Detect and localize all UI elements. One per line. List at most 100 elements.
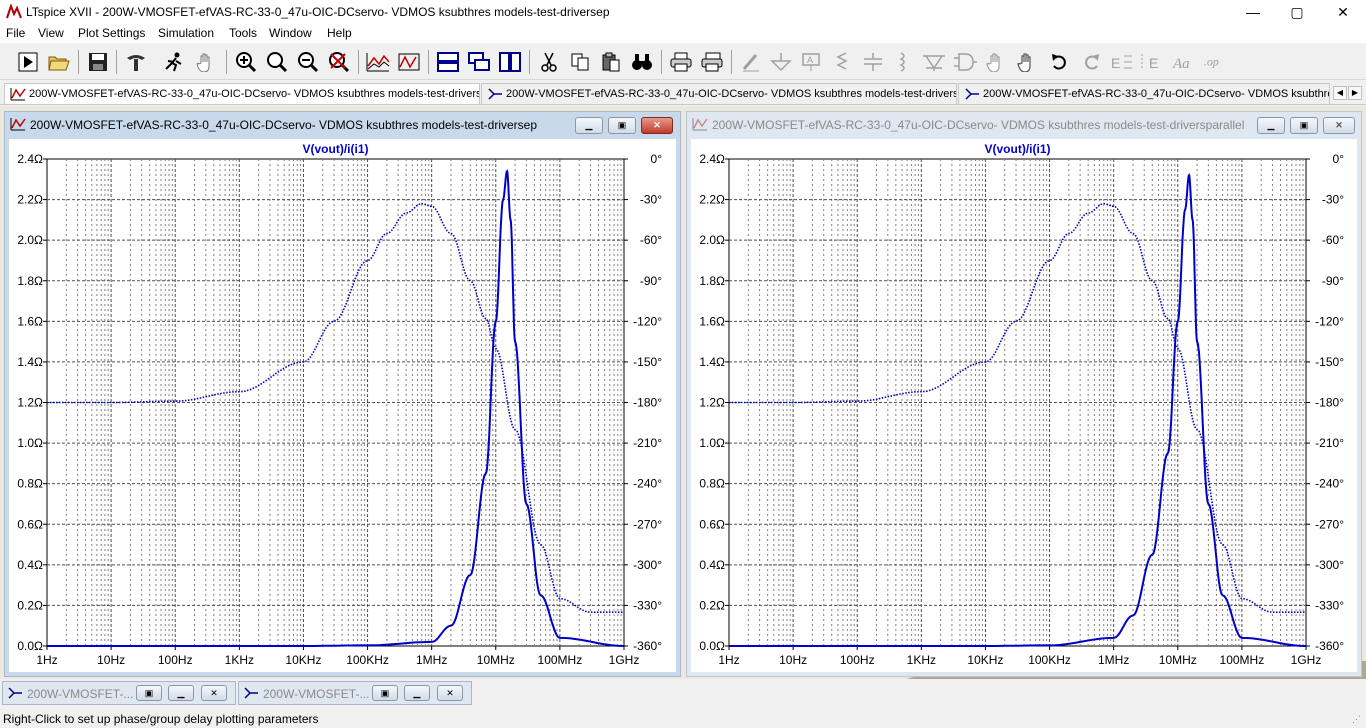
pan-button[interactable] [194, 50, 218, 74]
rotate-button[interactable]: E [1110, 50, 1134, 74]
x-tick-label: 1Hz [718, 653, 739, 667]
trace-title[interactable]: V(vout)/i(i1) [303, 142, 369, 156]
close-window-button[interactable]: ✕ [1320, 0, 1366, 24]
plot-restore-button[interactable]: ▣ [1290, 117, 1318, 134]
maximize-window-button[interactable]: ▢ [1274, 0, 1320, 24]
component-button[interactable] [953, 50, 977, 74]
bode-plot-driversep[interactable]: 1Hz 10Hz 100Hz 1KHz 10KHz 100KHz 1MHz 10MHz 100M… [9, 139, 678, 674]
plot-close-button[interactable]: ✕ [1323, 117, 1355, 134]
minimized-window-1[interactable]: 200W-VMOSFET-... ▣ ▁ ✕ [2, 681, 236, 705]
tab-scroll-right-button[interactable]: ▶ [1348, 86, 1362, 100]
print-setup-icon [701, 52, 723, 72]
maximize-button[interactable]: ▁ [404, 685, 430, 701]
schematic-icon [965, 88, 979, 100]
y-tick-label: 2.2Ω [17, 193, 43, 207]
text-button[interactable]: Aa [1172, 50, 1196, 74]
plot-close-button[interactable]: ✕ [641, 117, 673, 134]
diode-button[interactable] [922, 50, 946, 74]
close-icon: ✕ [1337, 3, 1349, 20]
y2-tick-label: -30° [640, 193, 662, 207]
control-panel-button[interactable] [124, 50, 148, 74]
print-setup-button[interactable] [700, 50, 724, 74]
maximize-button[interactable]: ▁ [168, 685, 194, 701]
ground-button[interactable] [769, 50, 793, 74]
restore-up-button[interactable]: ▣ [372, 685, 398, 701]
plot-window-titlebar[interactable]: 200W-VMOSFET-efVAS-RC-33-0_47u-OIC-DCser… [5, 112, 680, 138]
run-button[interactable] [16, 50, 40, 74]
x-tick-label: 1GHz [609, 653, 640, 667]
y2-tick-label: 0° [1333, 152, 1345, 166]
plot-pane[interactable]: 1Hz 10Hz 100Hz 1KHz 10KHz 100KHz 1MHz 10MHz 100M… [9, 139, 676, 672]
plot-window-driversep[interactable]: 200W-VMOSFET-efVAS-RC-33-0_47u-OIC-DCser… [4, 111, 681, 677]
autorange-button[interactable] [366, 50, 390, 74]
menu-simulation[interactable]: Simulation [158, 26, 214, 40]
toolbar-separator [661, 50, 662, 74]
y-tick-label: 0.4Ω [699, 558, 725, 572]
maximize-icon: ▢ [1290, 3, 1304, 20]
tab-schematic-driversep[interactable]: 200W-VMOSFET-efVAS-RC-33-0_47u-OIC-DCser… [481, 83, 957, 104]
plot-minimize-button[interactable]: ▁ [1257, 117, 1285, 134]
copy-button[interactable] [568, 50, 592, 74]
zoom-area-button[interactable] [265, 50, 289, 74]
label-net-button[interactable]: A [800, 50, 824, 74]
menu-plot-settings[interactable]: Plot Settings [78, 26, 145, 40]
waveform-button[interactable] [397, 50, 421, 74]
draw-wire-button[interactable] [739, 50, 763, 74]
inductor-button[interactable] [891, 50, 915, 74]
draw-wire-icon [742, 54, 759, 72]
minimized-window-2[interactable]: 200W-VMOSFET-... ▣ ▁ ✕ [238, 681, 472, 705]
tile-vertical-button[interactable] [498, 50, 522, 74]
spice-directive-icon: .op [1204, 55, 1219, 69]
menu-view[interactable]: View [38, 26, 64, 40]
menu-tools[interactable]: Tools [229, 26, 257, 40]
mirror-button[interactable]: E [1140, 50, 1164, 74]
capacitor-button[interactable] [861, 50, 885, 74]
y2-tick-label: -300° [1315, 558, 1344, 572]
plot-window-driversparallel[interactable]: 200W-VMOSFET-efVAS-RC-33-0_47u-OIC-DCser… [686, 111, 1362, 677]
redo-button[interactable] [1079, 50, 1103, 74]
close-icon: ✕ [1335, 120, 1343, 130]
mdi-workspace: 200W-VMOSFET-efVAS-RC-33-0_47u-OIC-DCser… [0, 106, 1366, 679]
restore-up-button[interactable]: ▣ [136, 685, 162, 701]
cascade-icon [468, 52, 490, 71]
bode-plot-driversparallel[interactable]: 1Hz 10Hz 100Hz 1KHz 10KHz 100KHz 1MHz 10MHz 100M… [691, 139, 1359, 674]
paste-button[interactable] [599, 50, 623, 74]
resize-grip-icon[interactable]: ⋰ [1352, 714, 1364, 726]
move-button[interactable] [985, 50, 1009, 74]
plot-minimize-button[interactable]: ▁ [575, 117, 603, 134]
halt-button[interactable] [162, 50, 186, 74]
undo-button[interactable] [1048, 50, 1072, 74]
menu-file[interactable]: File [6, 26, 25, 40]
cascade-button[interactable] [467, 50, 491, 74]
y-tick-label: 1.4Ω [17, 355, 43, 369]
resistor-button[interactable] [830, 50, 854, 74]
zoom-out-button[interactable] [296, 50, 320, 74]
y2-tick-label: -270° [1315, 517, 1344, 531]
drag-button[interactable] [1016, 50, 1040, 74]
tile-horizontal-button[interactable] [436, 50, 460, 74]
menu-window[interactable]: Window [269, 26, 312, 40]
minimize-window-button[interactable]: — [1230, 0, 1276, 24]
minimize-icon: ▁ [1267, 120, 1275, 130]
document-tab-bar: 200W-VMOSFET-efVAS-RC-33-0_47u-OIC-DCser… [0, 81, 1366, 105]
close-button[interactable]: ✕ [201, 685, 227, 701]
plot-pane[interactable]: 1Hz 10Hz 100Hz 1KHz 10KHz 100KHz 1MHz 10MHz 100M… [691, 139, 1357, 672]
open-button[interactable] [47, 50, 71, 74]
restore-icon: ▣ [380, 687, 390, 698]
save-button[interactable] [86, 50, 110, 74]
zoom-in-button[interactable] [234, 50, 258, 74]
find-button[interactable] [630, 50, 654, 74]
plot-window-titlebar[interactable]: 200W-VMOSFET-efVAS-RC-33-0_47u-OIC-DCser… [687, 112, 1361, 138]
menu-help[interactable]: Help [327, 26, 352, 40]
plot-restore-button[interactable]: ▣ [608, 117, 636, 134]
tab-scroll-left-button[interactable]: ◀ [1333, 86, 1347, 100]
cut-button[interactable] [537, 50, 561, 74]
spice-directive-button[interactable]: .op [1203, 50, 1227, 74]
y-tick-label: 0.6Ω [17, 517, 43, 531]
zoom-cancel-button[interactable] [327, 50, 351, 74]
trace-title[interactable]: V(vout)/i(i1) [985, 142, 1051, 156]
close-button[interactable]: ✕ [437, 685, 463, 701]
tab-schematic-driversparallel[interactable]: 200W-VMOSFET-efVAS-RC-33-0_47u-OIC-DCser… [958, 83, 1330, 104]
print-button[interactable] [669, 50, 693, 74]
tab-waveform-driversep[interactable]: 200W-VMOSFET-efVAS-RC-33-0_47u-OIC-DCser… [4, 83, 480, 104]
